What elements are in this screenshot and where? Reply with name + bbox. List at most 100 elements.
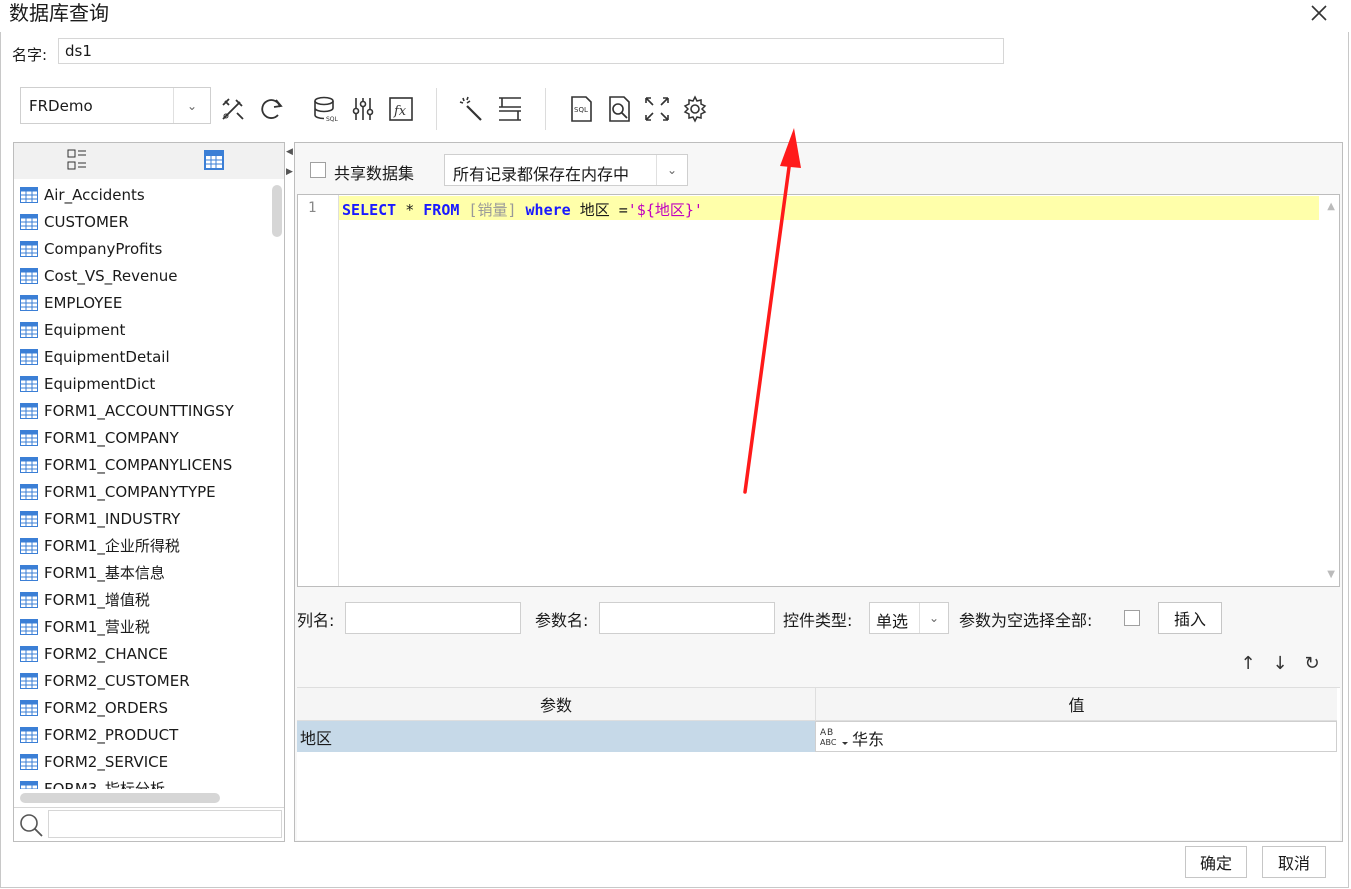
- database-sql-button[interactable]: SQL: [308, 92, 342, 126]
- table-search-row: [14, 807, 284, 842]
- share-dataset-label: 共享数据集: [334, 164, 415, 183]
- table-icon: [20, 429, 38, 446]
- edit-connection-button[interactable]: [216, 92, 250, 126]
- scroll-up-icon[interactable]: ▲: [1327, 201, 1335, 212]
- table-list-item[interactable]: FORM2_CUSTOMER: [14, 667, 270, 694]
- chevron-down-icon[interactable]: ⌄: [919, 603, 948, 633]
- table-view-button[interactable]: [202, 147, 226, 177]
- table-list-item[interactable]: FORM2_PRODUCT: [14, 721, 270, 748]
- table-list-item[interactable]: CUSTOMER: [14, 208, 270, 235]
- table-list-item[interactable]: FORM1_企业所得税: [14, 532, 270, 559]
- name-label: 名字:: [12, 46, 48, 64]
- param-row-value[interactable]: A B ABC 华东: [815, 721, 1337, 752]
- sql-editor[interactable]: 1 SELECT * FROM [销量] where 地区 ='${地区}' ▲…: [297, 194, 1340, 587]
- sql-condition: 地区 =: [570, 201, 628, 219]
- table-list-item[interactable]: EquipmentDetail: [14, 343, 270, 370]
- table-list-item[interactable]: CompanyProfits: [14, 235, 270, 262]
- refresh-icon: [261, 99, 283, 119]
- list-view-button[interactable]: [66, 147, 88, 177]
- table-list-item[interactable]: Equipment: [14, 316, 270, 343]
- param-name-label: 参数名:: [535, 611, 589, 630]
- control-type-select[interactable]: 单选 ⌄: [869, 602, 949, 634]
- table-search-input[interactable]: [48, 810, 282, 838]
- table-list-item[interactable]: Cost_VS_Revenue: [14, 262, 270, 289]
- param-row-name[interactable]: 地区: [297, 721, 815, 752]
- move-up-button[interactable]: ↑: [1236, 651, 1260, 675]
- table-list-item[interactable]: FORM1_INDUSTRY: [14, 505, 270, 532]
- control-type-value: 单选: [876, 612, 909, 631]
- refresh-params-button[interactable]: ↻: [1300, 651, 1324, 675]
- table-list-item[interactable]: EMPLOYEE: [14, 289, 270, 316]
- svg-text:SQL: SQL: [574, 106, 588, 114]
- table-list-item-label: FORM1_COMPANY: [44, 428, 179, 447]
- table-browser: Air_Accidents CUSTOMER CompanyProfits Cost_…: [13, 142, 285, 842]
- sql-keyword: SELECT: [342, 201, 397, 219]
- arrow-up-icon: ↑: [1240, 652, 1256, 674]
- table-list-item-label: FORM1_ACCOUNTTINGSY: [44, 401, 234, 420]
- cache-mode-value: 所有记录都保存在内存中: [453, 165, 630, 184]
- abc-type-icon[interactable]: A BABC: [818, 724, 848, 750]
- table-icon: [20, 591, 38, 608]
- chevron-down-icon[interactable]: ⌄: [173, 88, 210, 123]
- table-list-item[interactable]: FORM2_SERVICE: [14, 748, 270, 775]
- move-down-button[interactable]: ↓: [1268, 651, 1292, 675]
- scroll-down-icon[interactable]: ▼: [1327, 569, 1335, 580]
- table-list-item[interactable]: FORM1_增值税: [14, 586, 270, 613]
- settings-button[interactable]: [678, 92, 712, 126]
- chevron-right-icon: ▶: [286, 167, 293, 177]
- table-list-item[interactable]: FORM1_ACCOUNTTINGSY: [14, 397, 270, 424]
- database-sql-icon: SQL: [314, 96, 339, 123]
- sql-keyword: where: [525, 201, 571, 219]
- table-list-item[interactable]: Air_Accidents: [14, 181, 270, 208]
- sliders-icon: [352, 98, 374, 120]
- chevron-down-icon[interactable]: ⌄: [656, 155, 687, 185]
- sql-code-line[interactable]: SELECT * FROM [销量] where 地区 ='${地区}': [342, 199, 703, 220]
- select-all-checkbox[interactable]: [1124, 610, 1140, 626]
- table-list-item-label: FORM3_指标分析: [44, 780, 165, 789]
- table-list-item[interactable]: FORM1_营业税: [14, 613, 270, 640]
- wand-button[interactable]: [455, 92, 489, 126]
- refresh-button[interactable]: [254, 92, 288, 126]
- toolbar: SQL fx SQL: [216, 88, 712, 130]
- table-list-item[interactable]: FORM3_指标分析: [14, 775, 270, 789]
- column-name-input[interactable]: [345, 602, 521, 634]
- value-header: 值: [816, 688, 1337, 721]
- splitter-toggle[interactable]: ◀ ▶: [286, 142, 294, 182]
- table-icon: [20, 753, 38, 770]
- param-name-input[interactable]: [599, 602, 775, 634]
- share-dataset-checkbox[interactable]: [310, 162, 326, 178]
- table-list-item[interactable]: FORM2_CHANCE: [14, 640, 270, 667]
- cache-mode-select[interactable]: 所有记录都保存在内存中 ⌄: [444, 154, 688, 186]
- toolbar-separator: [545, 88, 546, 130]
- table-list-item[interactable]: FORM2_ORDERS: [14, 694, 270, 721]
- ok-button[interactable]: 确定: [1185, 846, 1247, 878]
- arrow-down-icon: ↓: [1272, 652, 1288, 674]
- table-icon: [20, 672, 38, 689]
- cancel-button[interactable]: 取消: [1262, 846, 1326, 878]
- table-list-item[interactable]: FORM1_COMPANY: [14, 424, 270, 451]
- sql-script-button[interactable]: SQL: [564, 92, 598, 126]
- table-list-item-label: FORM2_ORDERS: [44, 698, 169, 717]
- table-list-item[interactable]: EquipmentDict: [14, 370, 270, 397]
- table-icon: [20, 321, 38, 338]
- pagination-button[interactable]: [493, 92, 527, 126]
- formula-button[interactable]: fx: [384, 92, 418, 126]
- parameter-button[interactable]: [346, 92, 380, 126]
- editor-vscroll[interactable]: ▲ ▼: [1321, 195, 1339, 586]
- close-button[interactable]: [1306, 0, 1332, 26]
- insert-button[interactable]: 插入: [1158, 602, 1222, 634]
- table-list-item[interactable]: FORM1_COMPANYLICENS: [14, 451, 270, 478]
- table-list-vscroll[interactable]: [272, 185, 282, 237]
- preview-button[interactable]: [602, 92, 636, 126]
- table-icon: [20, 267, 38, 284]
- table-icon: [20, 726, 38, 743]
- table-icon: [20, 375, 38, 392]
- table-list-item[interactable]: FORM1_基本信息: [14, 559, 270, 586]
- toolbar-separator: [436, 88, 437, 130]
- table-list-item[interactable]: FORM1_COMPANYTYPE: [14, 478, 270, 505]
- connection-select[interactable]: FRDemo ⌄: [20, 87, 211, 124]
- table-list-hscroll[interactable]: [20, 793, 220, 803]
- name-input[interactable]: ds1: [58, 38, 1004, 64]
- table-icon: [20, 483, 38, 500]
- expand-button[interactable]: [640, 92, 674, 126]
